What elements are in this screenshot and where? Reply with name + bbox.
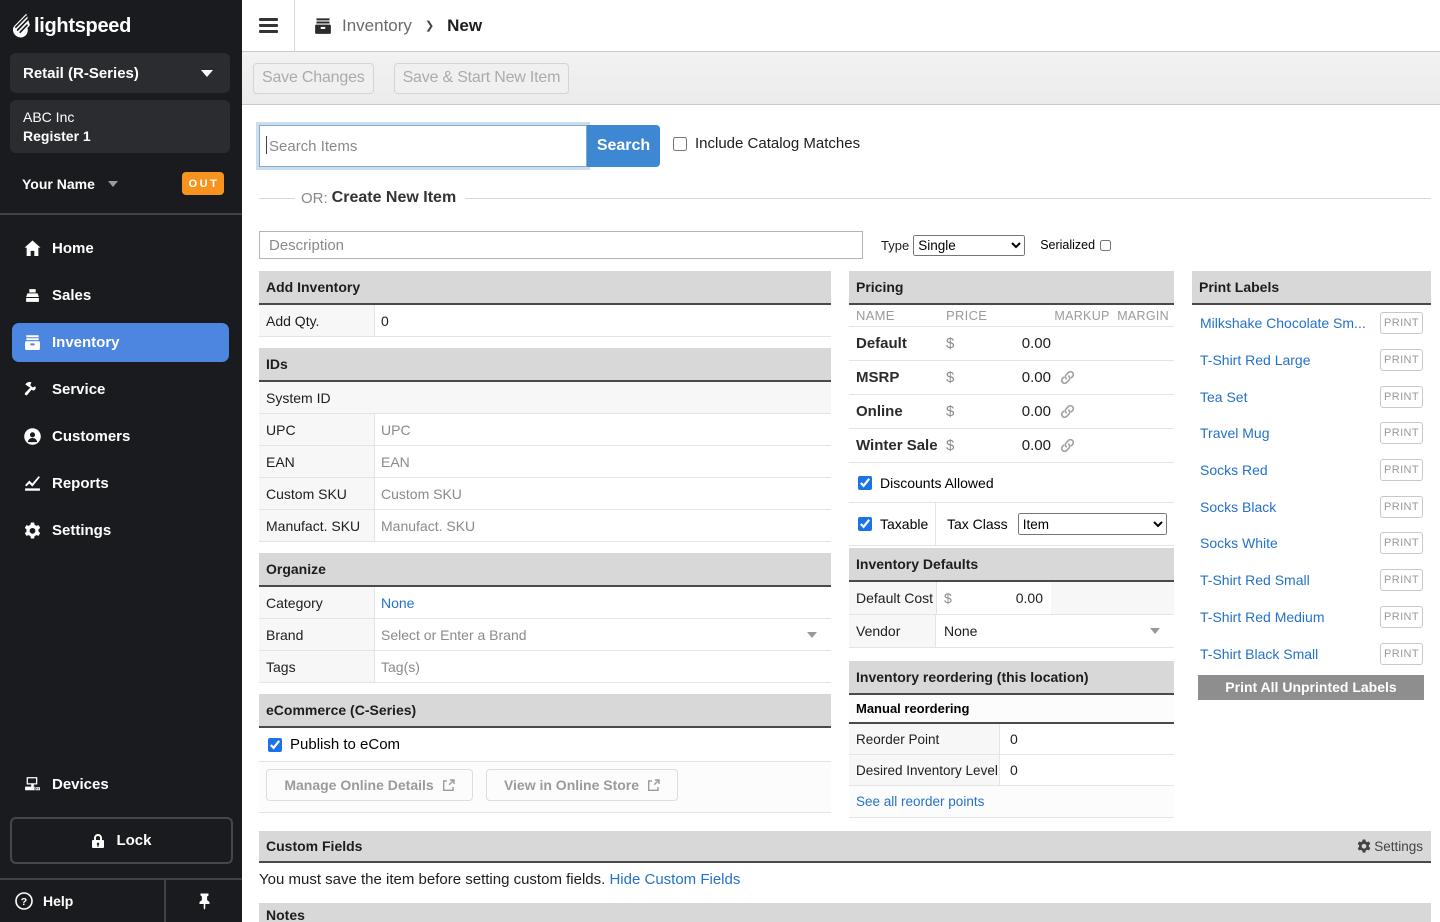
- svg-text:?: ?: [21, 896, 27, 908]
